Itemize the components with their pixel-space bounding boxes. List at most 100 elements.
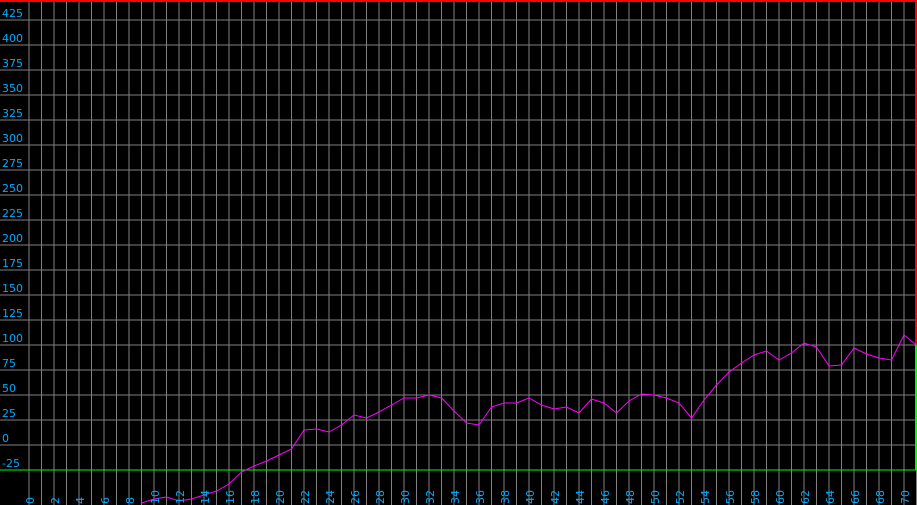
data-point	[715, 384, 718, 386]
y-tick-label: 275	[2, 157, 23, 170]
x-tick-label: 0	[24, 497, 37, 504]
x-tick-label: 12	[174, 490, 187, 504]
data-point	[503, 402, 505, 404]
data-point	[490, 406, 493, 408]
x-tick-label: 24	[324, 490, 337, 504]
data-point	[403, 397, 405, 399]
x-tick-label: 2	[49, 497, 62, 504]
y-tick-label: 0	[2, 432, 9, 445]
data-point	[278, 454, 280, 456]
x-tick-label: 42	[549, 490, 562, 504]
data-point	[815, 346, 818, 348]
y-tick-label: 50	[2, 382, 16, 395]
y-tick-label: -25	[2, 457, 20, 470]
data-point	[853, 347, 855, 349]
data-point	[865, 353, 868, 355]
data-point	[615, 412, 618, 414]
y-tick-label: 25	[2, 407, 16, 420]
x-tick-label: 16	[224, 490, 237, 504]
x-tick-label: 36	[474, 490, 487, 504]
x-tick-label: 38	[499, 490, 512, 504]
data-point	[353, 414, 355, 416]
y-tick-label: 325	[2, 107, 23, 120]
data-point	[778, 359, 780, 361]
data-point	[253, 465, 255, 467]
data-point	[590, 398, 593, 400]
data-point	[265, 460, 268, 462]
x-tick-label: 4	[74, 497, 87, 504]
data-point	[228, 483, 230, 485]
y-tick-label: 100	[2, 332, 23, 345]
x-tick-label: 58	[749, 490, 762, 504]
line-chart: -250255075100125150175200225250275300325…	[0, 0, 917, 505]
x-tick-label: 48	[624, 490, 637, 504]
data-point	[415, 397, 418, 399]
x-tick-label: 18	[249, 490, 262, 504]
y-tick-label: 200	[2, 232, 23, 245]
data-point	[440, 397, 443, 399]
data-point	[653, 394, 655, 396]
data-point	[378, 411, 380, 413]
data-point	[140, 502, 143, 504]
data-point	[290, 448, 293, 450]
x-tick-label: 68	[874, 490, 887, 504]
x-tick-label: 50	[649, 490, 662, 504]
y-tick-label: 75	[2, 357, 16, 370]
data-point	[465, 422, 468, 424]
data-point	[765, 350, 768, 352]
y-tick-label: 175	[2, 257, 23, 270]
x-tick-label: 40	[524, 490, 537, 504]
data-point	[165, 496, 168, 498]
data-point	[565, 406, 568, 408]
y-tick-label: 375	[2, 57, 23, 70]
y-tick-label: 125	[2, 307, 23, 320]
x-tick-label: 30	[399, 490, 412, 504]
data-point	[803, 342, 805, 344]
x-tick-label: 32	[424, 490, 437, 504]
data-point	[340, 424, 343, 426]
x-tick-label: 8	[124, 497, 137, 504]
data-point	[628, 400, 630, 402]
data-point	[328, 431, 330, 433]
x-tick-label: 20	[274, 490, 287, 504]
x-tick-label: 28	[374, 490, 387, 504]
x-tick-label: 26	[349, 490, 362, 504]
data-point	[578, 412, 580, 414]
y-tick-label: 150	[2, 282, 23, 295]
data-point	[528, 397, 530, 399]
data-point	[903, 334, 905, 336]
data-point	[553, 408, 555, 410]
data-point	[515, 402, 518, 404]
x-tick-label: 70	[899, 490, 912, 504]
data-point	[828, 365, 830, 367]
data-point	[878, 357, 880, 359]
data-point	[365, 417, 368, 419]
data-point	[640, 393, 643, 395]
y-tick-label: 350	[2, 82, 23, 95]
x-tick-label: 44	[574, 490, 587, 504]
x-tick-label: 14	[199, 490, 212, 504]
data-point	[453, 410, 455, 412]
data-point	[703, 399, 705, 401]
data-point	[678, 402, 680, 404]
data-point	[478, 424, 480, 426]
x-tick-label: 10	[149, 490, 162, 504]
data-point	[665, 397, 668, 399]
data-point	[540, 404, 543, 406]
data-point	[740, 362, 743, 364]
x-tick-label: 56	[724, 490, 737, 504]
data-point	[790, 352, 793, 354]
y-tick-label: 300	[2, 132, 23, 145]
data-point	[390, 404, 393, 406]
data-point	[603, 402, 605, 404]
x-tick-label: 52	[674, 490, 687, 504]
x-tick-label: 62	[799, 490, 812, 504]
data-point	[240, 471, 243, 473]
y-tick-label: 425	[2, 7, 23, 20]
data-point	[753, 354, 755, 356]
data-point	[890, 359, 893, 361]
data-point	[840, 364, 843, 366]
x-tick-label: 22	[299, 490, 312, 504]
y-tick-label: 225	[2, 207, 23, 220]
x-tick-label: 64	[824, 490, 837, 504]
